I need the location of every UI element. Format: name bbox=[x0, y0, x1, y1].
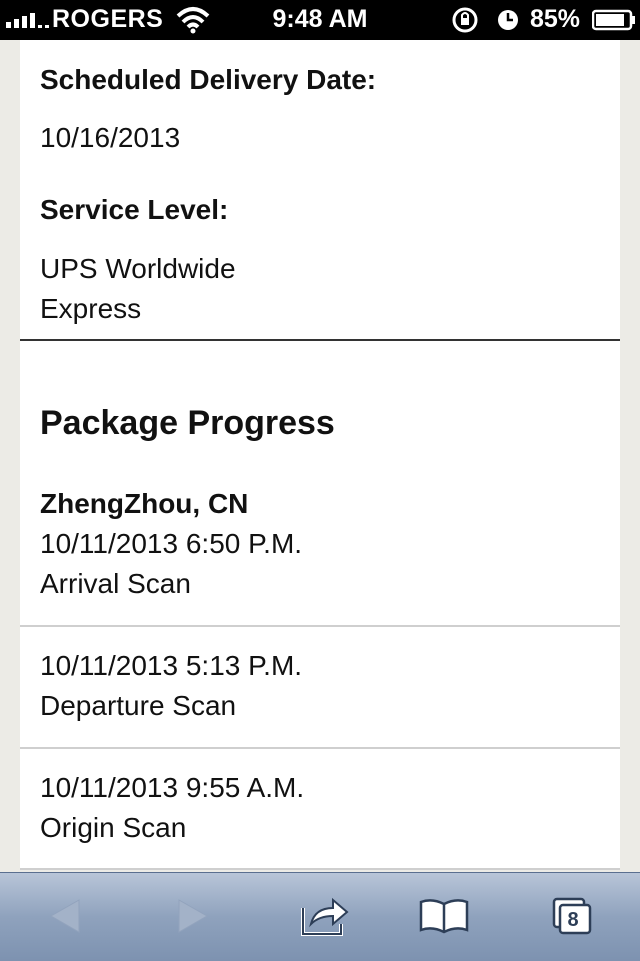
forward-button[interactable] bbox=[158, 872, 228, 960]
rotation-lock-icon bbox=[452, 7, 478, 33]
event-divider bbox=[20, 625, 620, 627]
service-level-line2: Express bbox=[40, 293, 142, 324]
tracking-details: Scheduled Delivery Date: 10/16/2013 Serv… bbox=[20, 40, 620, 870]
scheduled-delivery-value: 10/16/2013 bbox=[40, 122, 181, 153]
back-button[interactable] bbox=[30, 872, 100, 960]
share-icon bbox=[301, 897, 349, 936]
event-divider bbox=[20, 747, 620, 749]
progress-event: 10/11/2013 5:13 P.M. Departure Scan bbox=[40, 646, 302, 726]
event-activity: Origin Scan bbox=[40, 812, 187, 843]
event-divider bbox=[20, 868, 620, 870]
battery-percent: 85% bbox=[530, 5, 581, 33]
event-activity: Arrival Scan bbox=[40, 568, 191, 599]
tabs-count: 8 bbox=[567, 909, 579, 931]
share-button[interactable] bbox=[290, 872, 360, 960]
progress-event: 10/11/2013 9:55 A.M. Origin Scan bbox=[40, 768, 304, 848]
event-datetime: 10/11/2013 6:50 P.M. bbox=[40, 528, 303, 559]
event-location: ZhengZhou, CN bbox=[40, 488, 249, 519]
package-progress-title: Package Progress bbox=[40, 404, 335, 442]
service-level-label: Service Level: bbox=[40, 194, 229, 225]
event-datetime: 10/11/2013 9:55 A.M. bbox=[40, 772, 305, 803]
status-bar: ROGERS 9:48 AM 85% bbox=[0, 0, 640, 40]
bookmarks-button[interactable] bbox=[408, 872, 480, 960]
forward-icon bbox=[178, 899, 209, 933]
bookmarks-icon bbox=[419, 899, 469, 934]
progress-event: ZhengZhou, CN 10/11/2013 6:50 P.M. Arriv… bbox=[40, 484, 302, 604]
event-activity: Departure Scan bbox=[40, 690, 237, 721]
scheduled-delivery-label: Scheduled Delivery Date: bbox=[40, 64, 377, 95]
alarm-icon bbox=[498, 10, 518, 30]
service-level-line1: UPS Worldwide bbox=[40, 253, 236, 284]
section-divider bbox=[20, 339, 620, 341]
event-datetime: 10/11/2013 5:13 P.M. bbox=[40, 650, 303, 681]
battery-icon bbox=[592, 9, 635, 31]
back-icon bbox=[49, 899, 80, 933]
